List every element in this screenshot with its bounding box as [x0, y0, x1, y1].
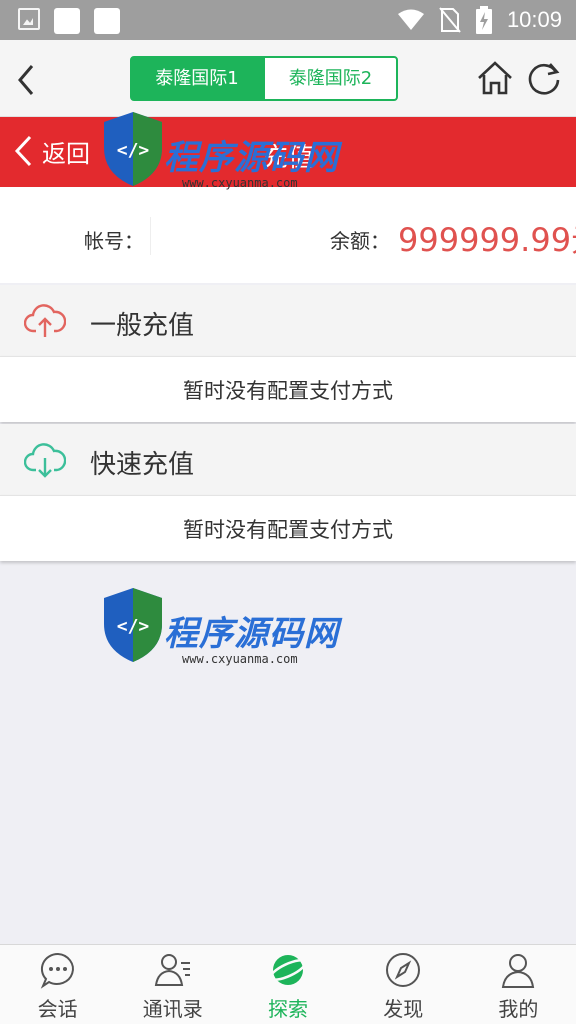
- watermark-logo: </> 程序源码网 www.cxyuanma.com: [100, 108, 350, 218]
- notification-square-icon: [54, 8, 80, 34]
- segment-tab-1[interactable]: 泰隆国际1: [130, 56, 264, 101]
- segment-control: 泰隆国际1 泰隆国际2: [130, 56, 398, 101]
- tab-label-contacts: 通讯录: [142, 997, 203, 1021]
- status-time: 10:09: [506, 7, 562, 32]
- cloud-download-icon: [24, 443, 66, 478]
- tab-chat[interactable]: 会话: [0, 945, 115, 1024]
- shield-logo-icon: </>: [104, 112, 162, 186]
- home-icon[interactable]: [476, 60, 514, 96]
- tab-explore[interactable]: 探索: [230, 945, 345, 1024]
- watermark-text: 程序源码网: [164, 138, 339, 178]
- section-body-general: 暂时没有配置支付方式: [0, 356, 576, 422]
- tab-discover[interactable]: 发现: [346, 945, 461, 1024]
- planet-icon: [269, 955, 307, 985]
- cloud-upload-icon: [24, 304, 66, 337]
- balance-label: 余额：: [330, 229, 390, 253]
- tab-contacts[interactable]: 通讯录: [115, 945, 230, 1024]
- notification-square-icon-2: [94, 8, 120, 34]
- svg-text:</>: </>: [117, 616, 150, 637]
- user-icon: [502, 954, 535, 988]
- section-title-quick: 快速充值: [90, 450, 195, 480]
- bottom-tab-bar: 会话 通讯录 探索 发现 我的: [0, 944, 576, 1024]
- watermark-url: www.cxyuanma.com: [182, 176, 298, 190]
- tab-label-me: 我的: [498, 997, 539, 1021]
- tab-me[interactable]: 我的: [461, 945, 576, 1024]
- chat-bubble-icon: [40, 952, 74, 989]
- contacts-icon: [154, 954, 190, 986]
- section-header-general[interactable]: 一般充值: [0, 285, 576, 357]
- watermark-logo-2: </> 程序源码网 www.cxyuanma.com: [100, 584, 350, 694]
- battery-charging-icon: [475, 6, 492, 34]
- section-title-general: 一般充值: [90, 311, 195, 341]
- status-bar: 10:09: [0, 0, 576, 40]
- empty-message-quick: 暂时没有配置支付方式: [183, 518, 393, 542]
- tab-label-explore: 探索: [268, 997, 308, 1021]
- tab-label-discover: 发现: [383, 997, 424, 1021]
- account-label: 帐号：: [84, 229, 144, 253]
- refresh-icon[interactable]: [526, 60, 562, 96]
- svg-text:</>: </>: [117, 140, 150, 161]
- divider: [150, 217, 151, 255]
- section-body-quick: 暂时没有配置支付方式: [0, 495, 576, 561]
- section-header-quick[interactable]: 快速充值: [0, 424, 576, 496]
- segment-tab-2[interactable]: 泰隆国际2: [264, 56, 398, 101]
- balance-value: 999999.99元: [398, 221, 576, 259]
- tab-label-chat: 会话: [37, 997, 78, 1021]
- top-nav: 泰隆国际1 泰隆国际2: [0, 40, 576, 117]
- gallery-notification-icon: [18, 8, 40, 30]
- compass-icon: [386, 953, 421, 987]
- watermark-text-2: 程序源码网: [164, 614, 339, 654]
- shield-logo-icon-2: </>: [104, 588, 162, 662]
- watermark-url-2: www.cxyuanma.com: [182, 652, 298, 666]
- empty-message-general: 暂时没有配置支付方式: [183, 379, 393, 403]
- no-sim-icon: [439, 7, 461, 33]
- back-chevron-icon[interactable]: [12, 60, 40, 100]
- wifi-icon: [397, 9, 424, 30]
